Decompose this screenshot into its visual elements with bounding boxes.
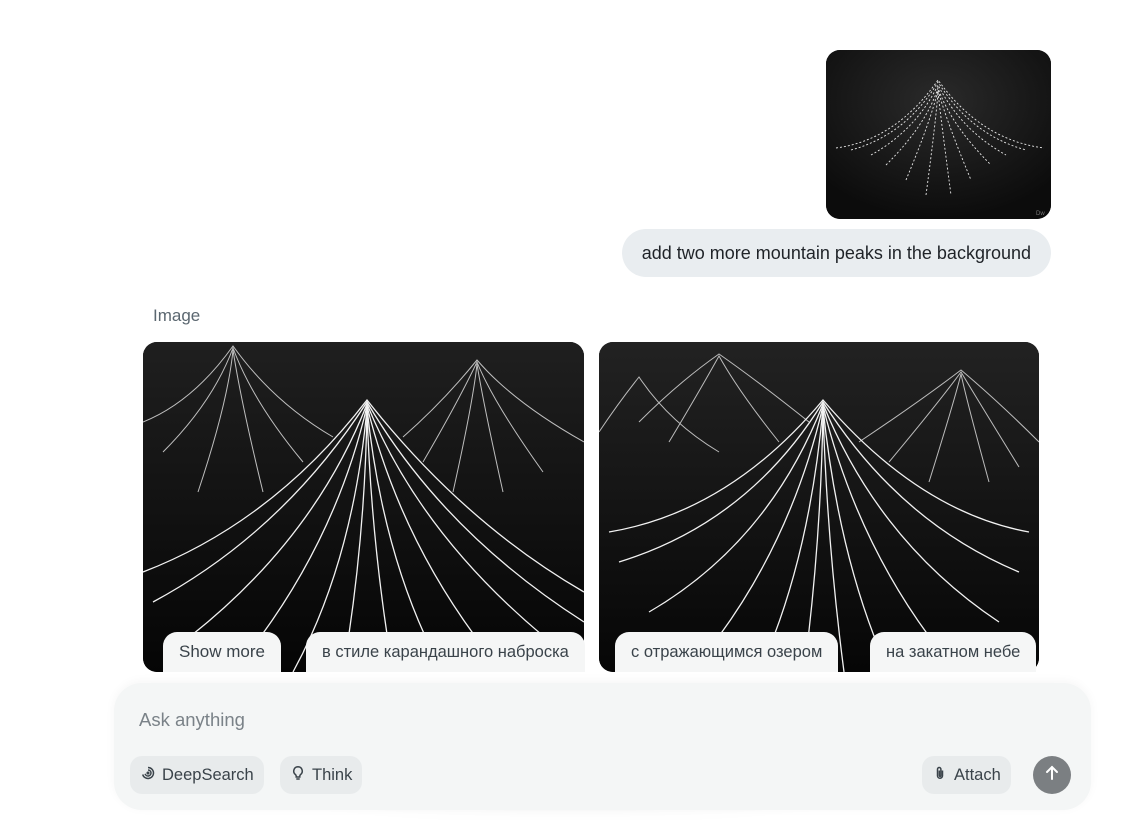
composer: DeepSearch Think Attach xyxy=(114,683,1091,810)
generated-image-1[interactable] xyxy=(143,342,584,672)
message-input[interactable] xyxy=(139,707,839,733)
think-label: Think xyxy=(312,765,353,784)
attach-label: Attach xyxy=(954,765,1001,784)
chat-page: Dw add two more mountain peaks in the ba… xyxy=(0,0,1135,820)
attach-button[interactable]: Attach xyxy=(922,756,1011,794)
suggestion-chip-pencil-sketch[interactable]: в стиле карандашного наброска xyxy=(306,632,585,672)
user-message: add two more mountain peaks in the backg… xyxy=(621,229,1051,277)
send-button[interactable] xyxy=(1033,756,1071,794)
response-type-label: Image xyxy=(153,306,201,325)
uploaded-image[interactable]: Dw xyxy=(826,50,1051,219)
deepsearch-button[interactable]: DeepSearch xyxy=(130,756,264,794)
think-button[interactable]: Think xyxy=(280,756,363,794)
paperclip-icon xyxy=(932,765,948,786)
suggestion-chip-reflecting-lake[interactable]: с отражающимся озером xyxy=(615,632,839,672)
lightbulb-icon xyxy=(290,765,306,786)
arrow-up-icon xyxy=(1042,763,1062,788)
suggestion-chip-sunset-sky[interactable]: на закатном небе xyxy=(870,632,1037,672)
deepsearch-label: DeepSearch xyxy=(162,765,254,784)
image-signature: Dw xyxy=(1036,211,1045,217)
generated-image-2[interactable] xyxy=(599,342,1039,672)
show-more-button[interactable]: Show more xyxy=(163,632,281,672)
deepsearch-icon xyxy=(140,765,156,786)
